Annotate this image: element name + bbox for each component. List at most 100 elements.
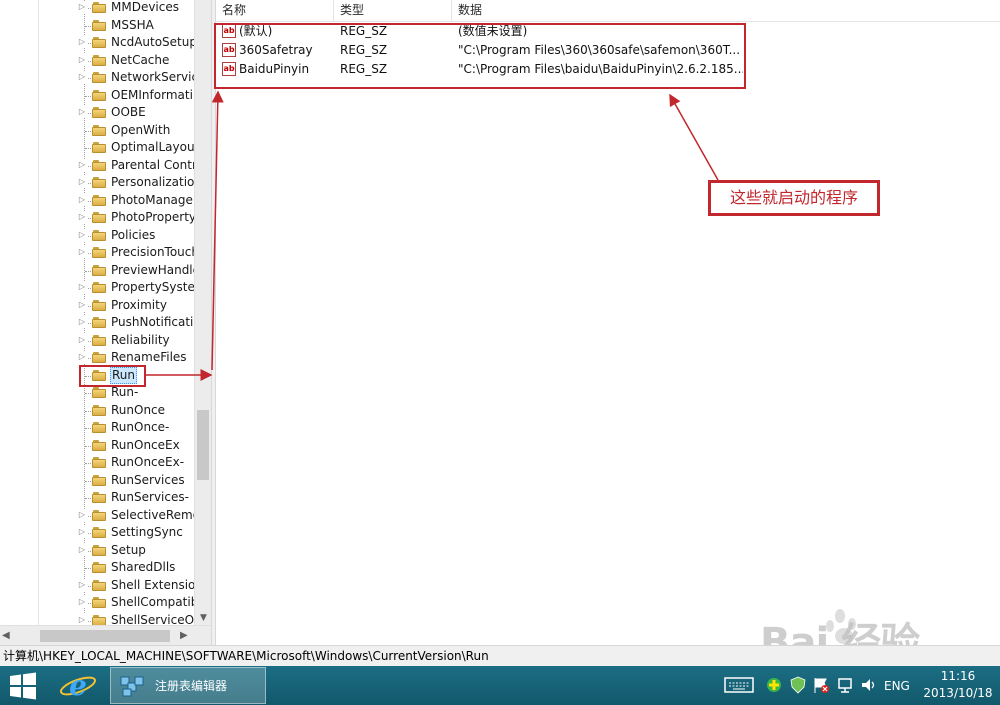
tree-item[interactable]: ▷ Reliability [0,332,194,350]
tree-item[interactable]: ▷ PhotoManage [0,192,194,210]
tree-item[interactable]: ▷ NcdAutoSetup [0,34,197,52]
windows-start-icon[interactable] [8,672,38,700]
touch-keyboard-icon[interactable] [724,676,754,694]
action-center-flag-icon[interactable] [812,676,830,694]
value-row[interactable]: ab (默认) REG_SZ (数值未设置) [216,22,746,41]
expand-arrow-icon[interactable]: ▷ [77,526,87,538]
tree-item[interactable]: ▷ PhotoProperty [0,209,196,227]
tree-item[interactable]: ▷ NetCache [0,52,194,70]
expand-arrow-icon[interactable]: ▷ [77,508,87,521]
tree-item[interactable]: SharedDlls [0,559,194,577]
tree-hscroll-thumb[interactable] [40,630,170,642]
tree-item-label: NetCache [111,52,170,67]
tree-item-label: RunOnceEx [111,437,180,452]
folder-icon [92,474,106,486]
expand-arrow-icon[interactable]: ▷ [77,578,87,591]
expand-arrow-icon[interactable]: ▷ [77,246,87,258]
expand-arrow-icon[interactable]: ▷ [77,596,87,608]
volume-icon[interactable] [860,676,878,694]
expand-arrow-icon[interactable]: ▷ [77,613,87,626]
expand-arrow-icon[interactable]: ▷ [77,176,87,188]
tree-item[interactable]: PreviewHandle [0,262,200,280]
tree-item[interactable]: RunOnceEx [0,437,194,455]
tree-item[interactable]: ▷ Proximity [0,297,194,315]
tree-item[interactable]: OEMInformati [0,87,194,105]
tree-item[interactable]: ▷ SelectiveRemo [0,507,200,525]
tree-item[interactable]: RunServices [0,472,194,490]
value-data: "C:\Program Files\360\360safe\safemon\36… [458,43,741,57]
internet-explorer-icon[interactable]: e [56,668,100,704]
expand-arrow-icon[interactable]: ▷ [77,228,87,241]
expand-arrow-icon[interactable]: ▷ [77,543,87,556]
tree-item[interactable]: RunServices- [0,489,194,507]
tree-item[interactable]: ▷ NetworkServic [0,69,198,87]
folder-icon [92,439,106,451]
folder-icon [92,562,106,573]
tree-item-label: NcdAutoSetup [111,35,197,49]
tree-vertical-scrollbar[interactable]: ▼ [194,0,211,625]
tree-item-label: OpenWith [111,122,171,137]
expand-arrow-icon[interactable]: ▷ [77,193,87,206]
expand-arrow-icon[interactable]: ▷ [77,1,87,13]
tree-item[interactable]: ▷ PrecisionTouch [0,244,199,262]
system-clock[interactable]: 11:16 2013/10/18 [918,668,998,702]
tree-item[interactable]: OptimalLayout [0,139,199,157]
value-row[interactable]: ab BaiduPinyin REG_SZ "C:\Program Files\… [216,60,746,79]
value-row[interactable]: ab 360Safetray REG_SZ "C:\Program Files\… [216,41,746,60]
tree-item[interactable]: ▷ OOBE [0,104,194,122]
expand-arrow-icon[interactable]: ▷ [77,211,87,223]
column-header-name[interactable]: 名称 [216,0,334,22]
security-shield-icon[interactable] [789,676,807,694]
tree-item[interactable]: RunOnceEx- [0,454,194,472]
scroll-down-arrow-icon[interactable]: ▼ [195,611,211,625]
tree-item[interactable]: ▷ Policies [0,227,194,245]
expand-arrow-icon[interactable]: ▷ [77,106,87,118]
expand-arrow-icon[interactable]: ▷ [77,158,87,171]
folder-icon [92,89,106,101]
scroll-left-arrow-icon[interactable]: ◀ [2,629,14,643]
column-header-data[interactable]: 数据 [452,0,1000,22]
tree-item[interactable]: ▷ ShellCompatib [0,594,198,612]
network-icon[interactable] [836,676,854,694]
expand-arrow-icon[interactable]: ▷ [77,333,87,346]
tree-item-label: PhotoManage [111,192,193,207]
registry-key-tree[interactable]: ▷ MMDevices MSSHA ▷ NcdAutoSetup ▷ NetCache ▷ Ne… [0,0,211,645]
scroll-right-arrow-icon[interactable]: ▶ [180,629,192,643]
tree-item[interactable]: ▷ Parental Contr [0,157,197,175]
notification-plus-icon[interactable] [765,676,783,694]
tree-item[interactable]: ▷ Personalizatio [0,174,194,192]
tree-item-label: RunOnce- [111,420,170,434]
tree-item[interactable]: ▷ SettingSync [0,524,194,542]
tree-item[interactable]: Run- [0,384,194,402]
tree-item[interactable]: ▷ PropertySyster [0,279,200,297]
expand-arrow-icon[interactable]: ▷ [77,281,87,293]
tree-item[interactable]: ▷ Setup [0,542,194,560]
tree-horizontal-scrollbar[interactable]: ◀ ▶ [0,625,211,645]
taskbar-regedit-button[interactable]: 注册表编辑器 [110,667,266,704]
folder-icon [92,194,106,206]
folder-icon [92,142,106,153]
tree-item[interactable]: ▷ Shell Extension [0,577,203,595]
expand-arrow-icon[interactable]: ▷ [77,316,87,328]
tree-item-label: NetworkServic [111,70,199,84]
expand-arrow-icon[interactable]: ▷ [77,351,87,363]
tree-item[interactable]: RunOnce [0,402,194,420]
tree-item[interactable]: RunOnce- [0,419,194,437]
tree-item[interactable]: ▷ PushNotificatio [0,314,201,332]
tree-item[interactable]: ▷ MMDevices [0,0,194,17]
expand-arrow-icon[interactable]: ▷ [77,53,87,66]
expand-arrow-icon[interactable]: ▷ [77,36,87,48]
registry-values-list[interactable]: 名称 类型 数据 ab (默认) REG_SZ (数值未设置) ab 360Sa… [216,0,1000,645]
value-name: BaiduPinyin [239,62,310,76]
tree-scroll-thumb[interactable] [197,410,209,480]
tree-item[interactable]: ▷ RenameFiles [0,349,194,367]
expand-arrow-icon[interactable]: ▷ [77,71,87,83]
column-header-type[interactable]: 类型 [334,0,452,22]
tree-item[interactable]: Run [0,366,194,384]
expand-arrow-icon[interactable]: ▷ [77,298,87,311]
tree-item[interactable]: OpenWith [0,122,194,140]
clock-date: 2013/10/18 [923,686,993,700]
folder-icon [92,247,106,258]
tree-item[interactable]: MSSHA [0,17,194,35]
input-language-indicator[interactable]: ENG [884,666,910,705]
